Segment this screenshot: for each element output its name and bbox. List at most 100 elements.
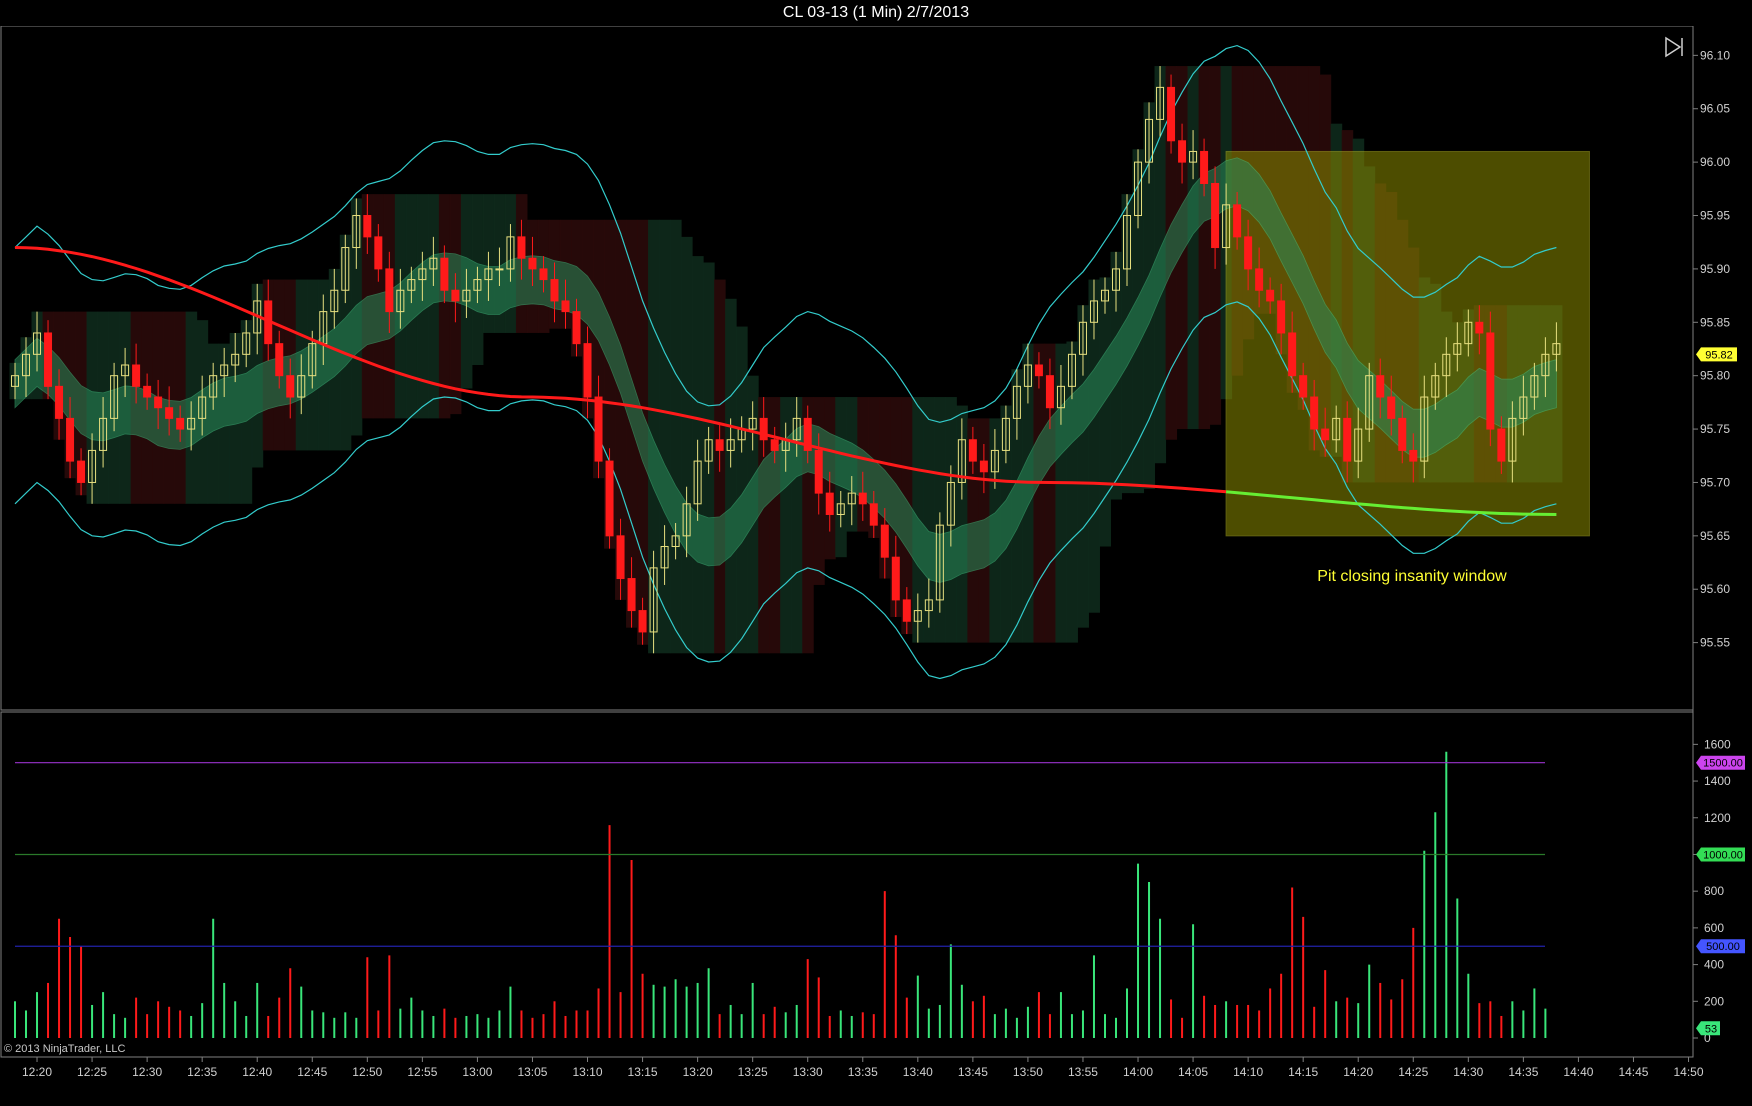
candle-body: [385, 268, 394, 313]
time-tick-label: 14:30: [1453, 1065, 1483, 1079]
candle-body: [979, 460, 988, 473]
candle-body: [55, 385, 64, 419]
volume-level-label: 500.00: [1706, 941, 1740, 953]
candle-body: [286, 375, 295, 398]
volume-tick-label: 600: [1704, 921, 1724, 935]
price-tick-label: 95.70: [1700, 475, 1730, 489]
candle-body: [1398, 417, 1407, 451]
candle-body: [275, 343, 284, 377]
time-tick-label: 14:35: [1508, 1065, 1538, 1079]
candle-body: [825, 492, 834, 515]
candle-body: [1299, 375, 1308, 398]
volume-tick-label: 1400: [1704, 774, 1731, 788]
candle-body: [770, 439, 779, 451]
price-volume-chart[interactable]: 96.10 96.05 96.00 95.95 95.90 95.85 95.80 95.75…: [0, 26, 1752, 1106]
candle-body: [451, 289, 460, 302]
candle-body: [550, 279, 559, 302]
candle-body: [1233, 204, 1242, 238]
time-tick-label: 12:50: [352, 1065, 382, 1079]
candle-body: [1200, 150, 1209, 184]
price-tick-label: 95.65: [1700, 529, 1730, 543]
candle-body: [495, 268, 504, 271]
time-tick-label: 13:20: [683, 1065, 713, 1079]
time-tick-label: 13:45: [958, 1065, 988, 1079]
candle-body: [44, 332, 53, 387]
candle-body: [891, 556, 900, 601]
volume-tick-label: 1200: [1704, 811, 1731, 825]
candle-body: [374, 236, 383, 270]
band-segment: [725, 298, 737, 654]
candle-body: [561, 300, 570, 313]
band-segment: [670, 219, 682, 654]
time-tick-label: 14:45: [1618, 1065, 1648, 1079]
volume-panel[interactable]: [0, 711, 1694, 1058]
candle-body: [1178, 140, 1187, 163]
candle-body: [165, 407, 174, 419]
candle-body: [1211, 182, 1220, 249]
candle-body: [594, 396, 603, 462]
candle-body: [1409, 449, 1418, 462]
band-segment: [1198, 66, 1211, 430]
time-tick-label: 14:10: [1233, 1065, 1263, 1079]
time-tick-label: 13:40: [903, 1065, 933, 1079]
price-tick-label: 95.85: [1700, 315, 1730, 329]
time-tick-label: 12:20: [22, 1065, 52, 1079]
candle-body: [176, 417, 185, 430]
time-tick-label: 14:05: [1178, 1065, 1208, 1079]
time-tick-label: 12:35: [187, 1065, 217, 1079]
time-tick-label: 12:55: [407, 1065, 437, 1079]
candle-body: [539, 268, 548, 281]
volume-tick-label: 1600: [1704, 737, 1731, 751]
candle-body: [1266, 289, 1275, 302]
candle-body: [583, 343, 592, 398]
candle-body: [517, 236, 526, 259]
price-tick-label: 95.95: [1700, 209, 1730, 223]
candle-body: [638, 610, 647, 633]
candle-body: [66, 417, 75, 462]
band-segment: [1187, 66, 1200, 430]
price-tick-label: 95.90: [1700, 262, 1730, 276]
candle-body: [1034, 364, 1043, 377]
time-tick-label: 13:25: [738, 1065, 768, 1079]
candle-body: [1045, 375, 1054, 409]
band-segment: [681, 236, 693, 654]
volume-level-label: 1000.00: [1703, 849, 1743, 861]
time-tick-label: 14:50: [1674, 1065, 1704, 1079]
time-tick-label: 14:15: [1288, 1065, 1318, 1079]
price-tick-label: 95.75: [1700, 422, 1730, 436]
candle-body: [77, 460, 86, 483]
candle-body: [440, 257, 449, 291]
volume-tick-label: 200: [1704, 994, 1724, 1008]
price-tick-label: 96.00: [1700, 155, 1730, 169]
time-tick-label: 14:40: [1563, 1065, 1593, 1079]
candle-body: [1376, 375, 1385, 398]
candle-body: [968, 439, 977, 462]
price-tick-label: 96.10: [1700, 48, 1730, 62]
volume-level-label: 1500.00: [1703, 758, 1743, 770]
time-tick-label: 13:05: [517, 1065, 547, 1079]
time-tick-label: 13:00: [462, 1065, 492, 1079]
candle-body: [605, 460, 614, 537]
time-tick-label: 12:25: [77, 1065, 107, 1079]
volume-tick-label: 400: [1704, 958, 1724, 972]
price-tick-label: 95.60: [1700, 582, 1730, 596]
candle-body: [1255, 268, 1264, 291]
last-volume-label: 53: [1705, 1023, 1717, 1035]
time-tick-label: 12:45: [297, 1065, 327, 1079]
candle-body: [132, 364, 141, 387]
candle-body: [1343, 417, 1352, 462]
band-segment: [659, 219, 671, 654]
last-price-label: 95.82: [1705, 349, 1733, 361]
time-tick-label: 13:10: [573, 1065, 603, 1079]
candle-body: [1321, 428, 1330, 441]
time-tick-label: 14:20: [1343, 1065, 1373, 1079]
annotation-text: Pit closing insanity window: [1317, 568, 1507, 585]
band-segment: [1099, 277, 1111, 547]
highlight-rect: [1225, 150, 1590, 537]
candle-body: [1244, 236, 1253, 270]
chart-title: CL 03-13 (1 Min) 2/7/2013: [0, 0, 1752, 26]
candle-body: [1486, 332, 1495, 430]
candle-body: [1475, 321, 1484, 334]
time-tick-label: 13:30: [793, 1065, 823, 1079]
candle-body: [1167, 86, 1176, 142]
